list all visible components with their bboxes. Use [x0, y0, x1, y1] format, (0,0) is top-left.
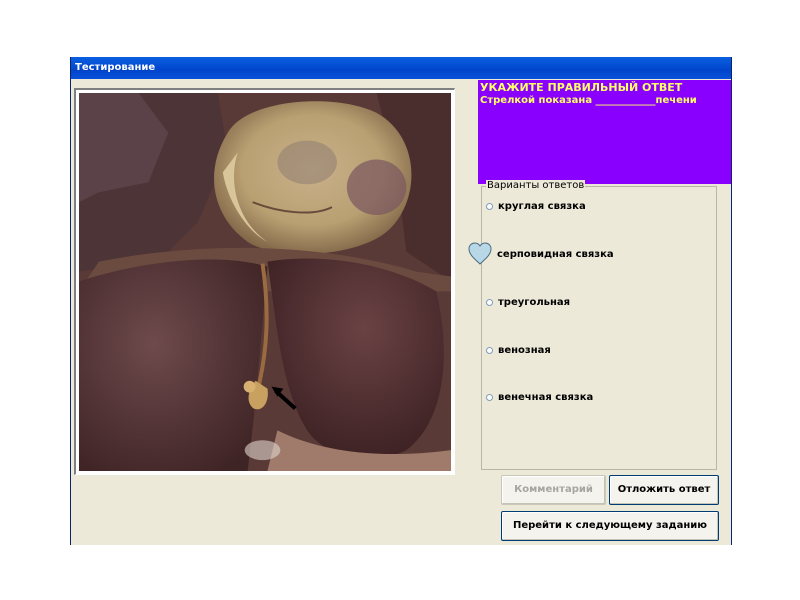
radio-button[interactable]	[486, 394, 493, 401]
radio-button[interactable]	[486, 203, 493, 210]
answer-option-label: венозная	[498, 345, 551, 356]
postpone-answer-button[interactable]: Отложить ответ	[609, 475, 719, 505]
answer-option-label: серповидная связка	[497, 248, 614, 260]
answer-option-5[interactable]: венечная связка	[486, 392, 593, 403]
liver-photo	[74, 88, 455, 475]
answer-options-group: Варианты ответов круглая связка серповид…	[468, 180, 717, 470]
comment-button[interactable]: Комментарий	[501, 475, 606, 505]
anatomy-image	[79, 93, 451, 471]
question-text: Стрелкой показана ____________печени	[480, 95, 697, 106]
heart-icon[interactable]	[468, 242, 492, 266]
answer-options-legend: Варианты ответов	[486, 180, 586, 191]
answer-option-label: венечная связка	[498, 392, 594, 403]
answer-option-label: треугольная	[498, 297, 571, 308]
answer-option-2[interactable]: серповидная связка	[468, 242, 614, 266]
question-header: УКАЖИТЕ ПРАВИЛЬНЫЙ ОТВЕТ	[480, 81, 683, 94]
radio-button[interactable]	[486, 299, 493, 306]
answer-option-1[interactable]: круглая связка	[486, 201, 586, 212]
radio-button[interactable]	[486, 347, 493, 354]
next-task-button[interactable]: Перейти к следующему заданию	[501, 511, 719, 541]
testing-window: Тестирование УКАЖИТЕ ПРАВИЛЬНЫЙ ОТВЕТ Ст…	[70, 57, 732, 545]
answer-option-label: круглая связка	[498, 201, 586, 212]
window-title: Тестирование	[71, 57, 731, 79]
answer-option-4[interactable]: венозная	[486, 345, 551, 356]
question-panel: УКАЖИТЕ ПРАВИЛЬНЫЙ ОТВЕТ Стрелкой показа…	[478, 80, 731, 184]
answer-option-3[interactable]: треугольная	[486, 297, 570, 308]
